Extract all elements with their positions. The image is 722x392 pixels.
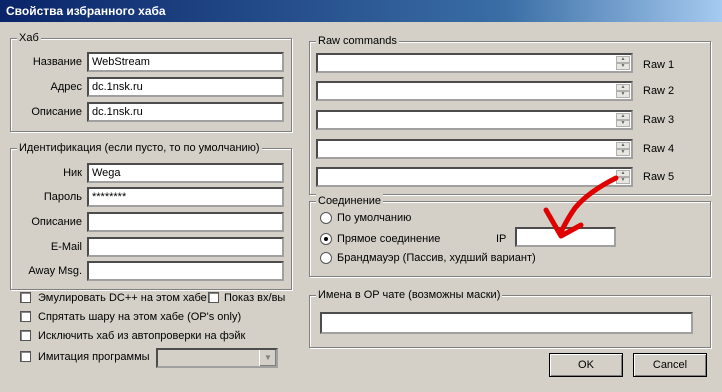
away-input[interactable] [87, 261, 284, 281]
connection-default-label: По умолчанию [337, 212, 412, 224]
raw-2-input[interactable]: ▲ ▼ [316, 81, 633, 101]
hide-share-checkbox[interactable] [20, 311, 31, 322]
ip-label: IP [496, 233, 507, 245]
connection-firewall-radio[interactable] [320, 252, 332, 264]
nick-input[interactable] [87, 163, 284, 183]
password-input[interactable] [87, 187, 284, 207]
raw-5-input[interactable]: ▲ ▼ [316, 167, 633, 187]
ident-desc-label: Описание [31, 216, 82, 228]
raw-5-label: Raw 5 [643, 171, 675, 183]
raw-4-label: Raw 4 [643, 143, 675, 155]
raw-4-spin-icon[interactable]: ▲ ▼ [616, 142, 630, 156]
raw-2-label: Raw 2 [643, 85, 675, 97]
ident-desc-input[interactable] [87, 212, 284, 232]
email-input[interactable] [87, 237, 284, 257]
hub-address-input[interactable] [87, 77, 284, 97]
connection-default-radio[interactable] [320, 212, 332, 224]
chevron-down-icon[interactable]: ▼ [259, 350, 276, 366]
raw-4-input[interactable]: ▲ ▼ [316, 139, 633, 159]
show-io-checkbox[interactable] [208, 292, 219, 303]
raw-3-spin-icon[interactable]: ▲ ▼ [616, 113, 630, 127]
password-label: Пароль [43, 191, 82, 203]
client-combo[interactable]: ▼ [156, 348, 278, 368]
connection-legend: Соединение [316, 194, 384, 208]
client-imitation-label: Имитация программы [38, 351, 150, 363]
raw-2-spin-icon[interactable]: ▲ ▼ [616, 84, 630, 98]
emulate-dc-checkbox[interactable] [20, 292, 31, 303]
client-imitation-checkbox[interactable] [20, 351, 31, 362]
show-io-label: Показ вх/вы [224, 292, 286, 304]
exclude-fake-checkbox[interactable] [20, 330, 31, 341]
raw-3-label: Raw 3 [643, 114, 675, 126]
hub-address-label: Адрес [50, 81, 83, 93]
identification-legend: Идентификация (если пусто, то по умолчан… [17, 141, 262, 155]
connection-firewall-label: Брандмауэр (Пассив, худший вариант) [337, 252, 536, 264]
hide-share-label: Спрятать шару на этом хабе (OP's only) [38, 311, 242, 323]
cancel-button[interactable]: Cancel [633, 353, 707, 377]
connection-direct-radio[interactable] [320, 233, 332, 245]
raw-3-input[interactable]: ▲ ▼ [316, 110, 633, 130]
exclude-fake-label: Исключить хаб из автопроверки на фэйк [38, 330, 246, 342]
nick-label: Ник [63, 167, 82, 179]
emulate-dc-label: Эмулировать DC++ на этом хабе [38, 292, 207, 304]
hub-legend: Хаб [17, 31, 41, 45]
raw-1-label: Raw 1 [643, 59, 675, 71]
raw-1-input[interactable]: ▲ ▼ [316, 53, 633, 73]
hub-name-input[interactable] [87, 52, 284, 72]
email-label: E-Mail [50, 241, 82, 253]
hub-desc-input[interactable] [87, 102, 284, 122]
opchat-input[interactable] [320, 312, 693, 334]
opchat-legend: Имена в OP чате (возможны маски) [316, 288, 503, 302]
hub-desc-label: Описание [31, 106, 82, 118]
ok-button[interactable]: OK [549, 353, 623, 377]
raw-5-spin-icon[interactable]: ▲ ▼ [616, 170, 630, 184]
window-title: Свойства избранного хаба [0, 0, 722, 22]
connection-direct-label: Прямое соединение [337, 233, 441, 245]
away-label: Away Msg. [28, 265, 82, 277]
raw-1-spin-icon[interactable]: ▲ ▼ [616, 56, 630, 70]
hub-name-label: Название [32, 56, 82, 68]
raw-commands-legend: Raw commands [316, 34, 399, 48]
ip-input[interactable] [515, 227, 616, 247]
